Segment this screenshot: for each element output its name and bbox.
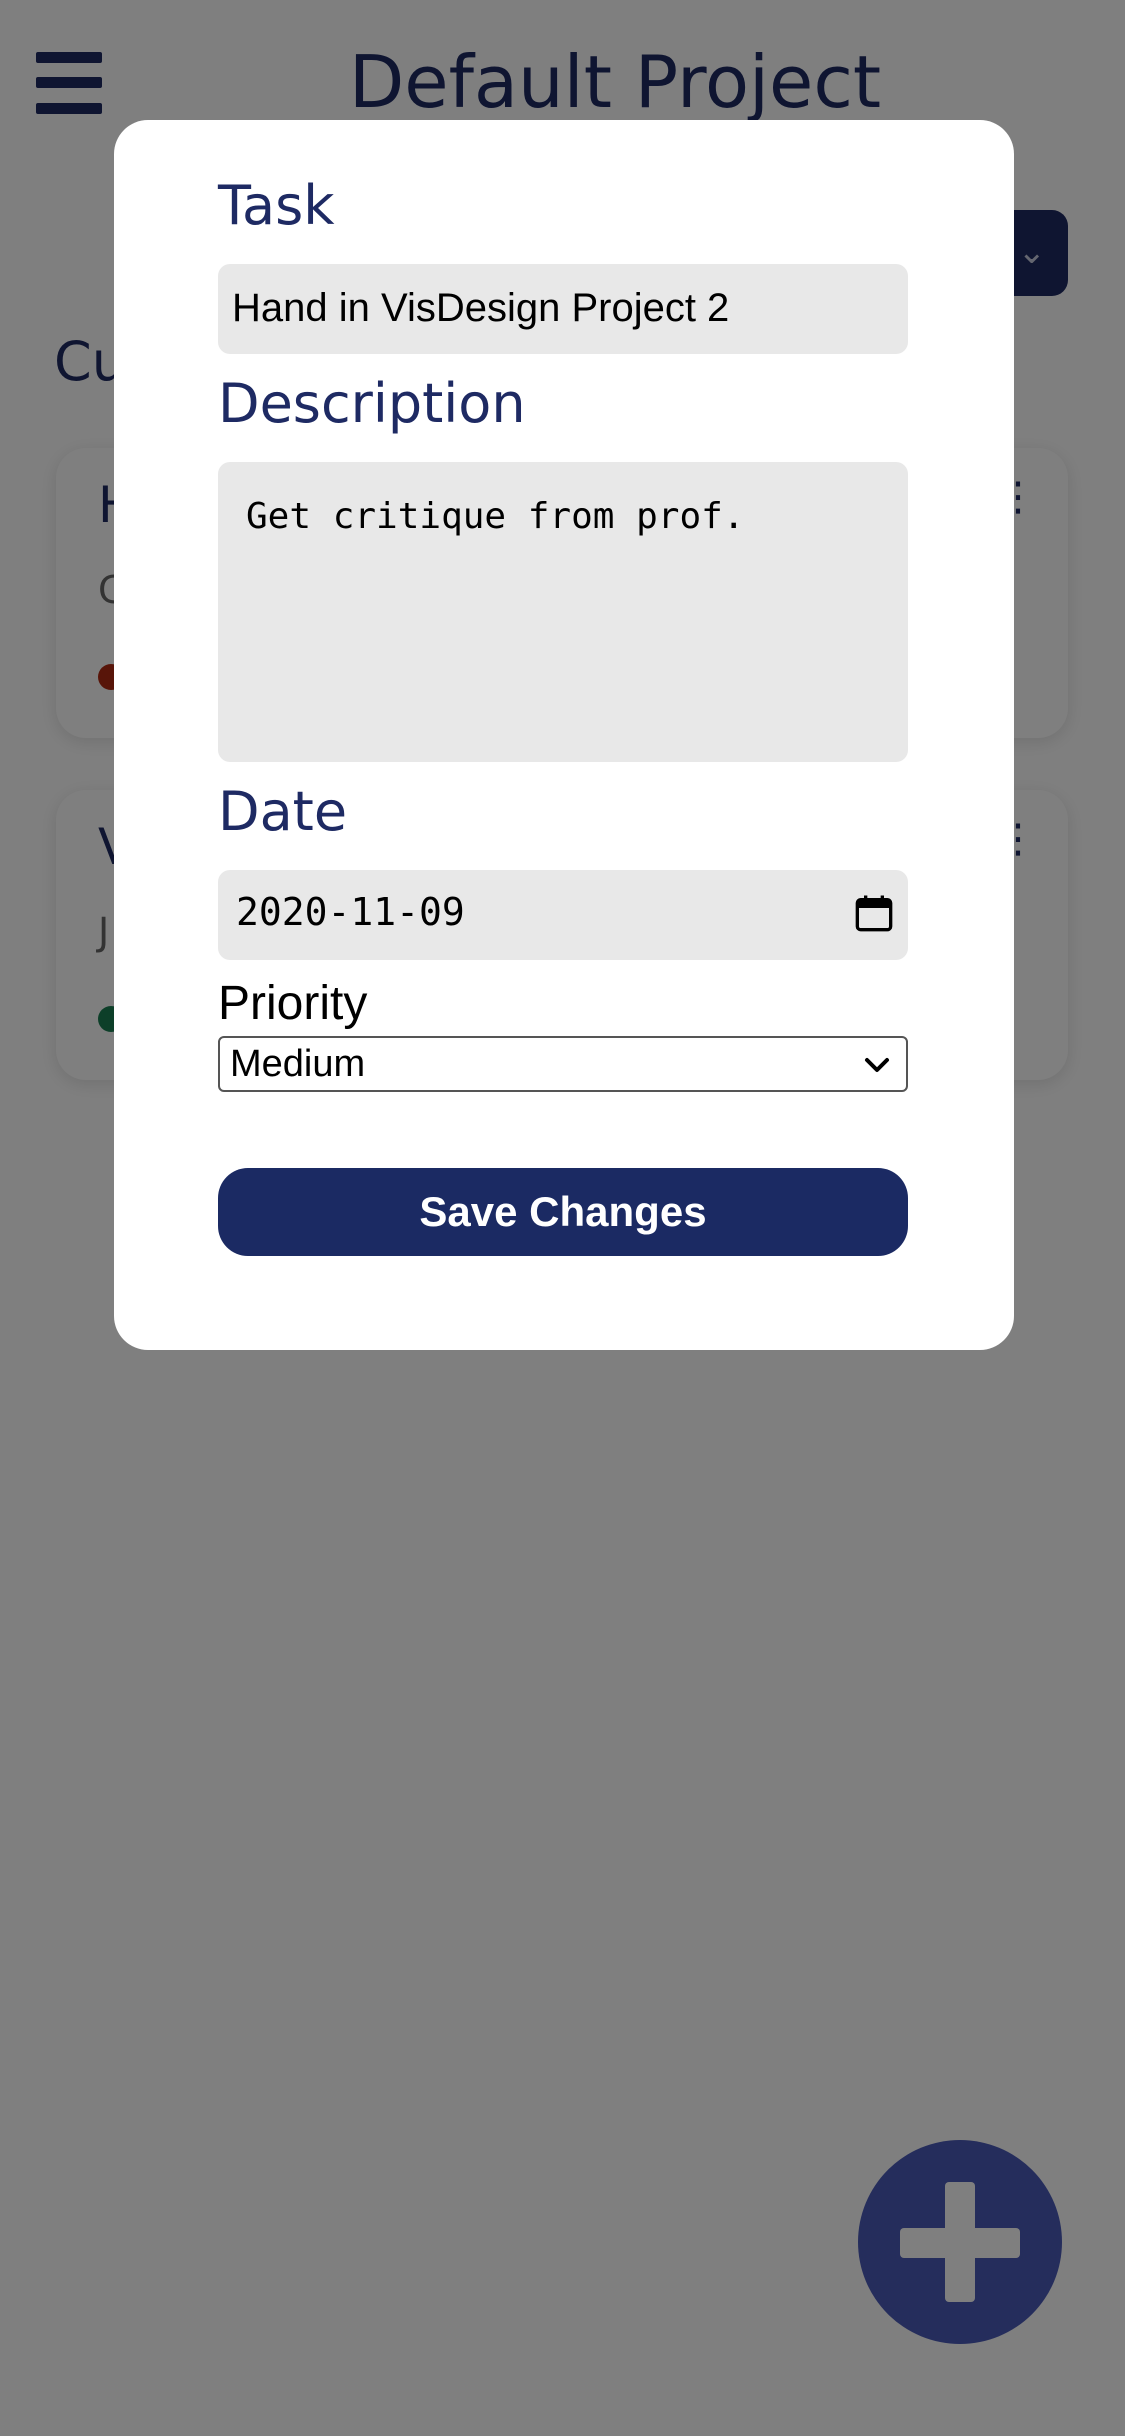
calendar-icon[interactable] [854,892,894,934]
task-label: Task [218,174,335,237]
date-value: 2020-11-09 [236,890,465,934]
description-label: Description [218,372,526,435]
chevron-down-icon [865,1058,889,1072]
date-label: Date [218,780,348,843]
priority-label: Priority [218,977,368,1030]
save-changes-button[interactable]: Save Changes [218,1168,908,1256]
task-input[interactable]: Hand in VisDesign Project 2 [218,264,908,354]
priority-select[interactable]: Medium [218,1036,908,1092]
description-textarea[interactable]: Get critique from prof. [218,462,908,762]
priority-value: Medium [230,1043,366,1085]
date-input[interactable]: 2020-11-09 [218,870,908,960]
edit-task-modal: Task Hand in VisDesign Project 2 Descrip… [114,120,1014,1350]
